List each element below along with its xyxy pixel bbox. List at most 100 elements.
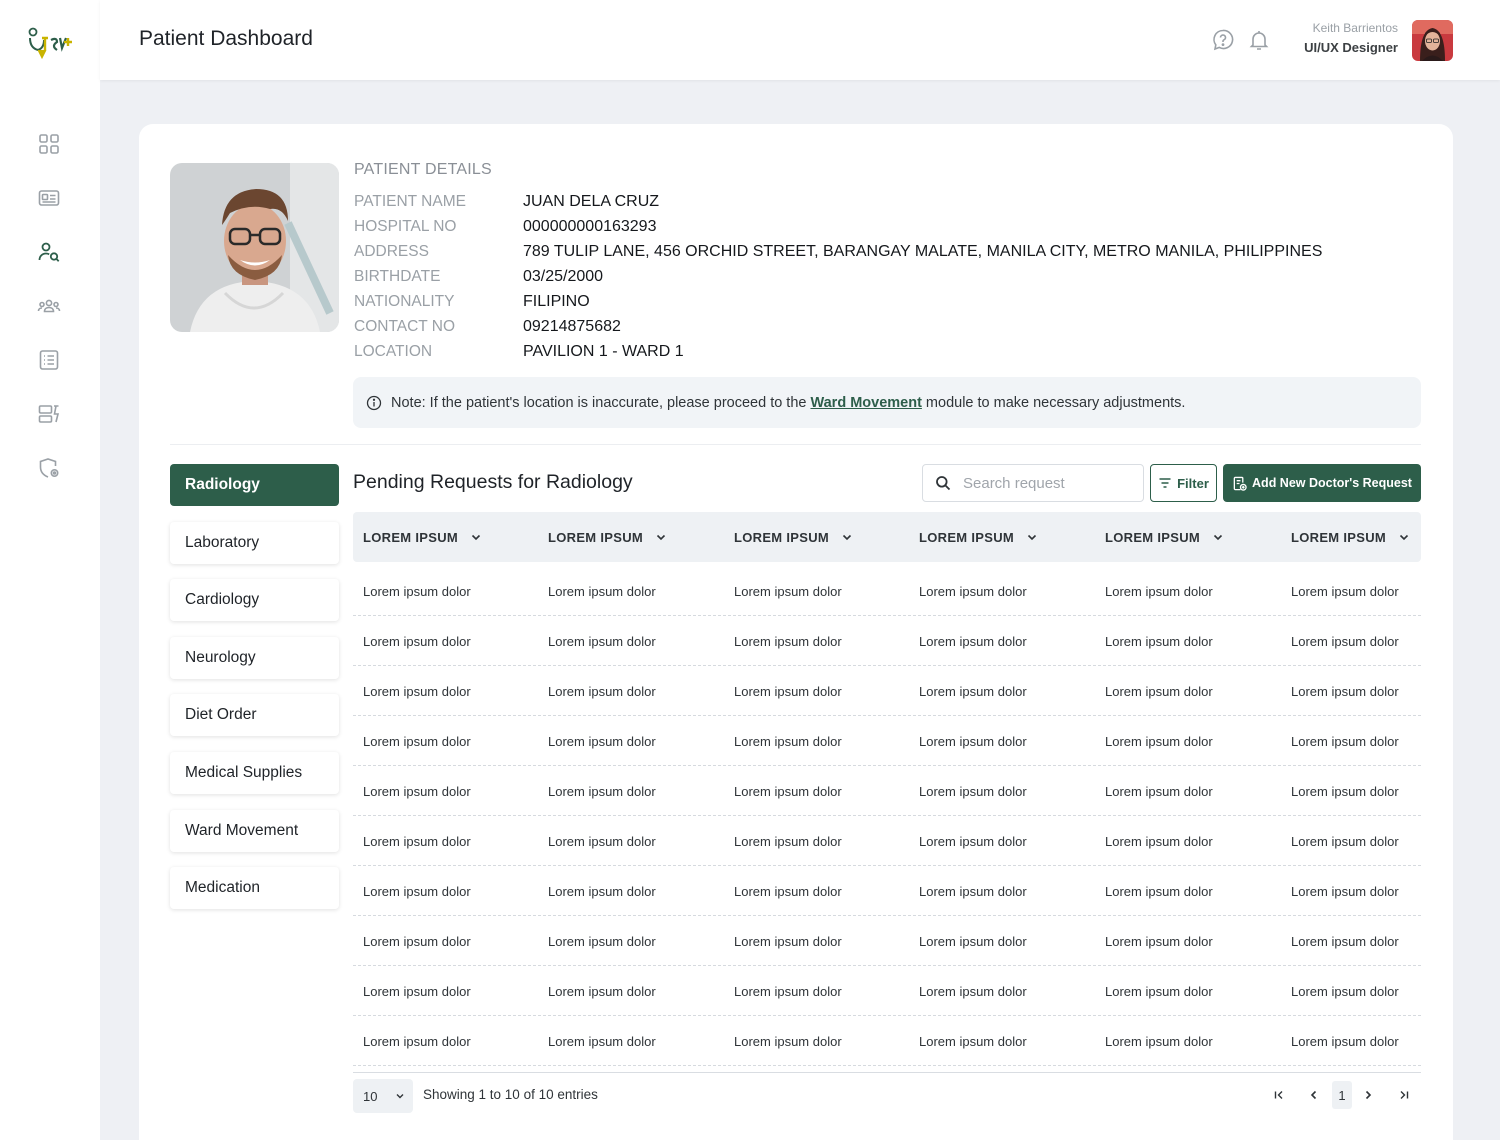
table-row[interactable]: Lorem ipsum dolor Lorem ipsum dolor Lorem …	[353, 816, 1421, 866]
column-header-label: LOREM IPSUM	[1105, 529, 1201, 545]
grid-icon[interactable]	[35, 130, 63, 158]
filter-button[interactable]: Filter	[1150, 464, 1217, 502]
tab-neurology[interactable]: Neurology	[170, 637, 339, 679]
ward-movement-link[interactable]: Ward Movement	[810, 395, 921, 411]
table-cell: Lorem ipsum dolor	[548, 733, 656, 749]
tab-ward-movement[interactable]: Ward Movement	[170, 810, 339, 852]
table-cell: Lorem ipsum dolor	[548, 933, 656, 949]
search-input[interactable]	[963, 474, 1133, 492]
search-box	[922, 464, 1144, 502]
add-request-label: Add New Doctor's Request	[1252, 476, 1412, 490]
table-cell: Lorem ipsum dolor	[1105, 783, 1213, 799]
patient-card: PATIENT DETAILS PATIENT NAME JUAN DELA C…	[139, 124, 1453, 1140]
tab-medical-supplies[interactable]: Medical Supplies	[170, 752, 339, 794]
table-cell: Lorem ipsum dolor	[548, 783, 656, 799]
detail-label: NATIONALITY	[354, 293, 455, 310]
table-footer-divider	[353, 1072, 1421, 1073]
column-header[interactable]: LOREM IPSUM	[734, 512, 853, 562]
page-size-select[interactable]: 10	[353, 1079, 413, 1113]
sidebar	[0, 0, 100, 1140]
table-cell: Lorem ipsum dolor	[363, 833, 471, 849]
chevron-down-icon	[656, 534, 666, 541]
tab-cardiology[interactable]: Cardiology	[170, 579, 339, 621]
chevron-down-icon	[396, 1094, 404, 1099]
chevron-down-icon	[842, 534, 852, 541]
detail-row-nationality: NATIONALITY FILIPINO	[354, 293, 590, 315]
detail-value: 000000000163293	[523, 218, 657, 235]
table-cell: Lorem ipsum dolor	[734, 683, 842, 699]
detail-row-patient-name: PATIENT NAME JUAN DELA CRUZ	[354, 193, 659, 215]
column-header[interactable]: LOREM IPSUM	[1291, 512, 1410, 562]
table-row[interactable]: Lorem ipsum dolor Lorem ipsum dolor Lorem …	[353, 566, 1421, 616]
column-header[interactable]: LOREM IPSUM	[1105, 512, 1224, 562]
table-row[interactable]: Lorem ipsum dolor Lorem ipsum dolor Lorem …	[353, 766, 1421, 816]
last-page-button[interactable]	[1394, 1081, 1414, 1109]
table-row[interactable]: Lorem ipsum dolor Lorem ipsum dolor Lorem …	[353, 916, 1421, 966]
column-header-label: LOREM IPSUM	[363, 529, 459, 545]
page-number-button[interactable]: 1	[1332, 1081, 1352, 1109]
table-row[interactable]: Lorem ipsum dolor Lorem ipsum dolor Lorem …	[353, 666, 1421, 716]
people-group-icon[interactable]	[35, 292, 63, 320]
detail-label: HOSPITAL NO	[354, 218, 457, 235]
table-row[interactable]: Lorem ipsum dolor Lorem ipsum dolor Lorem …	[353, 866, 1421, 916]
patient-search-icon[interactable]	[35, 238, 63, 266]
table-cell: Lorem ipsum dolor	[1291, 933, 1399, 949]
detail-row-address: ADDRESS 789 TULIP LANE, 456 ORCHID STREE…	[354, 243, 1322, 265]
table-row[interactable]: Lorem ipsum dolor Lorem ipsum dolor Lorem …	[353, 966, 1421, 1016]
table-cell: Lorem ipsum dolor	[363, 1033, 471, 1049]
add-document-icon	[1233, 476, 1247, 491]
chevron-down-icon	[1213, 534, 1223, 541]
previous-page-button[interactable]	[1304, 1081, 1324, 1109]
table-cell: Lorem ipsum dolor	[734, 983, 842, 999]
table-cell: Lorem ipsum dolor	[1291, 683, 1399, 699]
note-text-suffix: module to make necessary adjustments.	[925, 394, 1186, 411]
entries-summary: Showing 1 to 10 of 10 entries	[423, 1087, 598, 1102]
filter-icon	[1159, 478, 1171, 488]
table-cell: Lorem ipsum dolor	[734, 833, 842, 849]
chevron-down-icon	[1027, 534, 1037, 541]
detail-label: BIRTHDATE	[354, 268, 441, 285]
table-cell: Lorem ipsum dolor	[1105, 733, 1213, 749]
table-cell: Lorem ipsum dolor	[919, 633, 1027, 649]
detail-row-location: LOCATION PAVILION 1 - WARD 1	[354, 343, 684, 365]
info-icon	[366, 395, 382, 410]
column-header[interactable]: LOREM IPSUM	[919, 512, 1038, 562]
id-card-icon[interactable]	[35, 184, 63, 212]
table-cell: Lorem ipsum dolor	[1291, 583, 1399, 599]
table-cell: Lorem ipsum dolor	[363, 633, 471, 649]
add-request-button[interactable]: Add New Doctor's Request	[1223, 464, 1421, 502]
list-icon[interactable]	[35, 346, 63, 374]
column-header[interactable]: LOREM IPSUM	[548, 512, 667, 562]
detail-label: PATIENT NAME	[354, 193, 466, 210]
table-cell: Lorem ipsum dolor	[363, 683, 471, 699]
bell-icon[interactable]	[1247, 28, 1271, 52]
table-cell: Lorem ipsum dolor	[1105, 833, 1213, 849]
user-avatar[interactable]	[1412, 20, 1453, 61]
table-row[interactable]: Lorem ipsum dolor Lorem ipsum dolor Lorem …	[353, 716, 1421, 766]
first-page-button[interactable]	[1269, 1081, 1289, 1109]
tab-radiology[interactable]: Radiology	[170, 464, 339, 506]
table-cell: Lorem ipsum dolor	[734, 583, 842, 599]
requests-title: Pending Requests for Radiology	[353, 471, 633, 493]
location-note: Note: If the patient's location is inacc…	[353, 377, 1421, 428]
table-cell: Lorem ipsum dolor	[363, 983, 471, 999]
help-icon[interactable]	[1211, 28, 1235, 52]
detail-label: ADDRESS	[354, 243, 429, 260]
tab-laboratory[interactable]: Laboratory	[170, 522, 339, 564]
detail-value: FILIPINO	[523, 293, 590, 310]
tab-medication[interactable]: Medication	[170, 867, 339, 909]
tab-diet-order[interactable]: Diet Order	[170, 694, 339, 736]
report-icon[interactable]	[35, 400, 63, 428]
next-page-button[interactable]	[1358, 1081, 1378, 1109]
table-cell: Lorem ipsum dolor	[1105, 983, 1213, 999]
first-page-icon	[1274, 1091, 1283, 1099]
brand-logo[interactable]	[24, 24, 76, 64]
chevron-left-icon	[1310, 1090, 1317, 1100]
column-header[interactable]: LOREM IPSUM	[363, 512, 482, 562]
search-icon	[936, 476, 951, 491]
table-cell: Lorem ipsum dolor	[919, 733, 1027, 749]
table-row[interactable]: Lorem ipsum dolor Lorem ipsum dolor Lorem …	[353, 1016, 1421, 1066]
table-row[interactable]: Lorem ipsum dolor Lorem ipsum dolor Lorem …	[353, 616, 1421, 666]
table-cell: Lorem ipsum dolor	[548, 583, 656, 599]
shield-settings-icon[interactable]	[35, 454, 63, 482]
